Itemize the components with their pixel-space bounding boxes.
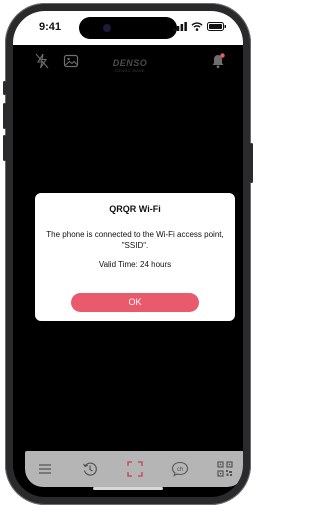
tab-history[interactable] [80,459,100,479]
home-indicator[interactable] [93,487,163,490]
history-icon [83,462,97,476]
dialog-title: QRQR Wi-Fi [109,204,161,214]
wifi-icon [191,22,203,31]
bottom-tab-bar: ch [25,451,243,487]
notification-bell-icon[interactable] [211,53,225,74]
scan-icon [127,461,143,477]
brand-logo: DENSO DENSO WAVE [110,58,150,73]
brand-logo-subtext: DENSO WAVE [115,68,145,73]
side-button-left [3,81,6,95]
side-button-left [3,103,6,129]
my-qr-icon [217,461,233,477]
app-bar: DENSO DENSO WAVE [13,45,243,85]
camera-dot [103,24,111,32]
side-button-left [3,135,6,161]
status-bar: 9:41 [13,11,243,45]
tab-menu[interactable] [35,459,55,479]
tab-scan[interactable] [125,459,145,479]
dialog-message: The phone is connected to the Wi-Fi acce… [46,230,224,250]
gallery-icon[interactable] [63,53,79,74]
dynamic-island [79,17,177,39]
phone-screen: 9:41 DENSO DENSO WAVE QRQR Wi-Fi The pho… [13,11,243,497]
status-time: 9:41 [39,21,62,33]
notification-badge [220,53,225,58]
cellular-signal-icon [173,22,187,31]
menu-icon [39,464,51,474]
dialog-valid-time: Valid Time: 24 hours [98,260,172,269]
tab-chat[interactable]: ch [170,459,190,479]
wifi-connected-dialog: QRQR Wi-Fi The phone is connected to the… [35,193,235,321]
side-button-right [250,143,253,183]
chat-icon-label: ch [177,467,183,473]
phone-frame: 9:41 DENSO DENSO WAVE QRQR Wi-Fi The pho… [3,3,253,505]
tab-my-qr[interactable] [215,459,235,479]
battery-icon [207,22,226,31]
brand-logo-text: DENSO [112,58,148,68]
chat-icon: ch [171,461,189,477]
ok-button[interactable]: OK [71,293,199,312]
flash-off-icon[interactable] [35,53,49,74]
status-icons [173,22,227,31]
